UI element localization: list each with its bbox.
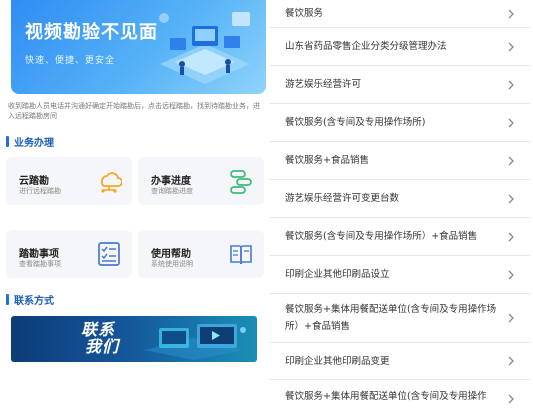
list-item-label: 游艺娱乐经营许可变更台数 [285, 193, 400, 204]
card-title: 踏勘事项 [19, 249, 59, 260]
card-subtitle: 进行远程踏勘 [19, 187, 61, 195]
list-item-label: 餐饮服务+集体用餐配送单位(含专间及专用操作 [285, 391, 487, 402]
progress-card[interactable]: 办事进度 查询踏勘进度 [138, 157, 264, 205]
list-item-label: 游艺娱乐经营许可 [285, 79, 362, 90]
banner-title: 视频勘验不见面 [25, 22, 158, 43]
help-card[interactable]: 使用帮助 系统使用说明 [138, 230, 264, 278]
contact-us-banner[interactable]: 联系 我们 [11, 316, 257, 362]
chevron-right-icon [508, 194, 514, 203]
section-accent-bar [6, 136, 9, 147]
list-item-label: 山东省药品零售企业分类分级管理办法 [285, 41, 447, 52]
chevron-right-icon [508, 232, 514, 241]
cloud-network-icon [100, 172, 122, 193]
list-item[interactable]: 餐饮服务+集体用餐配送单位(含专间及专用操作 [270, 380, 530, 415]
contact-section-header: 联系方式 [6, 292, 54, 307]
list-item[interactable]: 餐饮服务+集体用餐配送单位(含专间及专用操作场所）+食品销售 [270, 294, 530, 343]
business-section-header: 业务办理 [6, 134, 54, 149]
survey-items-card[interactable]: 踏勘事项 查看踏勘事项 [6, 230, 132, 278]
contact-banner-text: 联系 我们 [81, 321, 119, 355]
card-title: 办事进度 [151, 176, 191, 187]
list-item[interactable]: 餐饮服务 [270, 0, 530, 28]
hero-banner: 视频勘验不见面 快速、便捷、更安全 [11, 0, 266, 94]
chevron-right-icon [508, 394, 514, 404]
card-title: 使用帮助 [151, 249, 191, 260]
chevron-right-icon [508, 80, 514, 89]
list-item-label: 餐饮服务+集体用餐配送单位(含专间及专用操作场所）+食品销售 [285, 304, 497, 332]
list-item-label: 餐饮服务+食品销售 [285, 155, 369, 166]
list-item[interactable]: 印刷企业其他印刷品变更 [270, 343, 530, 380]
contact-line-2: 我们 [85, 337, 120, 356]
license-item-list: 餐饮服务 山东省药品零售企业分类分级管理办法 游艺娱乐经营许可 餐饮服务(含专间… [270, 0, 533, 404]
section-accent-bar [6, 294, 9, 305]
list-item-label: 印刷企业其他印刷品设立 [285, 269, 390, 280]
instruction-text: 收到踏勘人员电话并沟通好确定开始踏勘后，点击远程踏勘，找到待踏勘业务，进入远程踏… [8, 102, 260, 120]
contact-illustration [144, 324, 246, 360]
list-item[interactable]: 山东省药品零售企业分类分级管理办法 [270, 28, 530, 66]
list-item[interactable]: 游艺娱乐经营许可变更台数 [270, 180, 530, 218]
chevron-right-icon [508, 118, 514, 127]
list-item[interactable]: 餐饮服务+食品销售 [270, 142, 530, 180]
chevron-right-icon [508, 356, 514, 366]
list-item-label: 餐饮服务(含专间及专用操作场所) [285, 117, 426, 128]
list-item[interactable]: 餐饮服务(含专间及专用操作场所) [270, 104, 530, 142]
card-subtitle: 查看踏勘事项 [19, 260, 61, 268]
video-survey-illustration [159, 12, 250, 84]
chevron-right-icon [508, 156, 514, 165]
cloud-survey-card[interactable]: 云踏勘 进行远程踏勘 [6, 157, 132, 205]
checklist-icon [98, 242, 120, 266]
chevron-right-icon [508, 9, 514, 18]
list-item[interactable]: 游艺娱乐经营许可 [270, 66, 530, 104]
business-section-title: 业务办理 [14, 138, 54, 149]
list-item[interactable]: 印刷企业其他印刷品设立 [270, 256, 530, 294]
contact-section-title: 联系方式 [14, 296, 54, 307]
chevron-right-icon [508, 42, 514, 51]
list-item-label: 餐饮服务 [285, 8, 324, 19]
progress-flow-icon [230, 170, 252, 194]
card-subtitle: 系统使用说明 [151, 260, 193, 268]
chevron-right-icon [508, 270, 514, 279]
list-item[interactable]: 餐饮服务(含专间及专用操作场所）+食品销售 [270, 218, 530, 256]
list-item-label: 餐饮服务(含专间及专用操作场所）+食品销售 [285, 231, 478, 242]
left-panel: 视频勘验不见面 快速、便捷、更安全 收到踏勘人员电话并沟通好确定开始踏勘后，点击… [0, 0, 268, 400]
chevron-right-icon [508, 313, 514, 323]
card-title: 云踏勘 [19, 176, 49, 187]
banner-subtitle: 快速、便捷、更安全 [25, 56, 116, 66]
list-item-label: 印刷企业其他印刷品变更 [285, 355, 390, 367]
help-book-icon [230, 245, 252, 265]
card-subtitle: 查询踏勘进度 [151, 187, 193, 195]
